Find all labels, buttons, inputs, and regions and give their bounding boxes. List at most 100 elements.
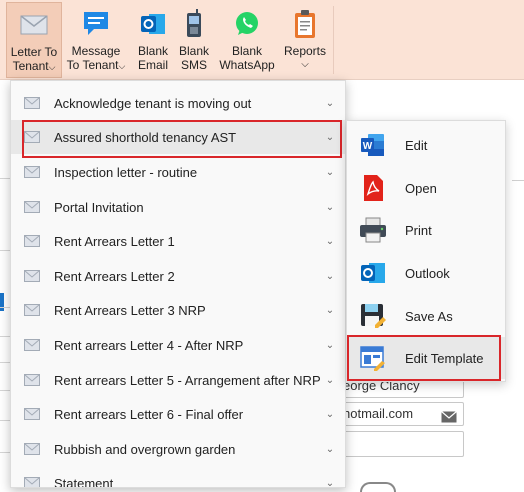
envelope-icon [24, 201, 40, 213]
chevron-down-icon: ⌄ [325, 408, 335, 420]
letter-to-tenant-button[interactable]: Letter To Tenant⌵ [6, 2, 62, 78]
menu-item-label: Acknowledge tenant is moving out [54, 95, 252, 111]
menu-item[interactable]: Rent arrears Letter 4 - After NRP ⌄ [11, 328, 345, 362]
word-icon: W [359, 131, 387, 159]
menu-item-label: Statement [54, 475, 114, 488]
divider [0, 178, 10, 179]
svg-text:W: W [363, 141, 373, 152]
ribbon-toolbar: Letter To Tenant⌵ Message To Tenant⌵ Bla… [0, 0, 524, 80]
menu-item-selected[interactable]: Assured shorthold tenancy AST ⌄ [11, 120, 345, 154]
divider [0, 452, 10, 453]
pdf-icon [359, 174, 387, 202]
letter-to-tenant-label-2: Tenant⌵ [12, 59, 56, 73]
printer-icon [359, 216, 387, 244]
toggle-switch[interactable] [360, 482, 396, 492]
menu-item-label: Rent arrears Letter 6 - Final offer [54, 406, 244, 422]
envelope-icon [24, 304, 40, 316]
chevron-down-icon: ⌄ [325, 443, 335, 455]
print-menu-item[interactable]: Print [347, 209, 505, 251]
menu-item[interactable]: Rent arrears Letter 6 - Final offer ⌄ [11, 397, 345, 431]
menu-item-label: Rent Arrears Letter 1 [54, 233, 175, 249]
envelope-icon [24, 97, 40, 109]
open-label: Open [405, 180, 437, 196]
reports-button[interactable]: Reports ⌵ [280, 2, 330, 76]
template-icon [359, 344, 387, 372]
menu-item-label: Rent arrears Letter 5 - Arrangement afte… [54, 372, 321, 388]
blank-whatsapp-button[interactable]: Blank WhatsApp [215, 2, 279, 76]
divider [0, 362, 10, 363]
tenant-email-value: hotmail.com [343, 406, 414, 421]
chevron-down-icon: ⌄ [325, 201, 335, 213]
outlook-label: Outlook [405, 265, 450, 281]
outlook-icon [359, 259, 387, 287]
blank-sms-label-1: Blank [178, 44, 210, 58]
whatsapp-icon [231, 8, 263, 40]
envelope-icon [24, 270, 40, 282]
menu-item-label: Rent Arrears Letter 3 NRP [54, 302, 206, 318]
chevron-down-icon: ⌵ [118, 61, 126, 71]
chevron-down-icon: ⌄ [325, 304, 335, 316]
divider [0, 250, 10, 251]
save-as-label: Save As [405, 308, 453, 324]
envelope-icon [24, 443, 40, 455]
envelope-icon[interactable] [441, 408, 457, 430]
ribbon-separator [333, 6, 334, 74]
menu-item[interactable]: Portal Invitation ⌄ [11, 190, 345, 224]
menu-item-label: Rubbish and overgrown garden [54, 441, 236, 457]
chevron-down-icon: ⌄ [325, 166, 335, 178]
chevron-down-icon: ⌄ [325, 477, 335, 488]
menu-item-label: Portal Invitation [54, 199, 144, 215]
divider [0, 390, 10, 391]
chevron-down-icon: ⌄ [325, 270, 335, 282]
menu-item[interactable]: Acknowledge tenant is moving out ⌄ [11, 86, 345, 120]
chevron-down-icon: ⌄ [325, 374, 335, 386]
edit-menu-item[interactable]: W Edit [347, 124, 505, 166]
chevron-down-icon: ⌄ [325, 97, 335, 109]
save-icon [359, 302, 387, 330]
menu-item-label: Inspection letter - routine [54, 164, 198, 180]
chat-icon [80, 8, 112, 40]
chevron-down-icon: ⌄ [325, 131, 335, 143]
chevron-down-icon: ⌵ [301, 59, 309, 70]
envelope-icon [24, 166, 40, 178]
menu-item[interactable]: Rubbish and overgrown garden ⌄ [11, 432, 345, 466]
print-label: Print [405, 222, 432, 238]
edit-label: Edit [405, 137, 428, 153]
chevron-down-icon: ⌵ [48, 62, 56, 72]
blank-whatsapp-label-2: WhatsApp [219, 58, 275, 72]
envelope-icon [24, 235, 40, 247]
menu-item-label: Rent Arrears Letter 2 [54, 268, 175, 284]
message-to-tenant-button[interactable]: Message To Tenant⌵ [66, 2, 126, 76]
chevron-down-icon: ⌄ [325, 339, 335, 351]
chevron-down-icon: ⌄ [325, 235, 335, 247]
divider [0, 420, 10, 421]
menu-item[interactable]: Inspection letter - routine ⌄ [11, 155, 345, 189]
menu-item[interactable]: Statement ⌄ [11, 466, 345, 488]
blank-email-button[interactable]: Blank Email [132, 2, 174, 76]
outlook-icon [137, 8, 169, 40]
template-action-submenu: W Edit Open Print Outlook Save As Edit T… [346, 120, 506, 382]
edit-template-menu-item[interactable]: Edit Template [347, 337, 505, 379]
tenant-email-field[interactable]: hotmail.com [338, 402, 464, 426]
menu-item-label: Rent arrears Letter 4 - After NRP [54, 337, 244, 353]
menu-item[interactable]: Rent arrears Letter 5 - Arrangement afte… [11, 363, 345, 397]
letter-to-tenant-label-1: Letter To [10, 45, 58, 59]
outlook-menu-item[interactable]: Outlook [347, 252, 505, 294]
blank-email-label-2: Email [137, 58, 168, 72]
blank-field[interactable] [338, 431, 464, 457]
menu-item[interactable]: Rent Arrears Letter 3 NRP ⌄ [11, 293, 345, 327]
envelope-icon [18, 9, 50, 41]
save-as-menu-item[interactable]: Save As [347, 295, 505, 337]
envelope-icon [24, 374, 40, 386]
divider [0, 336, 10, 337]
open-menu-item[interactable]: Open [347, 167, 505, 209]
blank-email-label-1: Blank [137, 44, 169, 58]
envelope-icon [24, 477, 40, 487]
menu-item[interactable]: Rent Arrears Letter 2 ⌄ [11, 259, 345, 293]
menu-item[interactable]: Rent Arrears Letter 1 ⌄ [11, 224, 345, 258]
menu-item-label: Assured shorthold tenancy AST [54, 129, 237, 145]
blank-sms-button[interactable]: Blank SMS [175, 2, 213, 76]
clipboard-icon [289, 8, 321, 40]
reports-label: Reports [283, 44, 327, 58]
phone-icon [178, 8, 210, 40]
